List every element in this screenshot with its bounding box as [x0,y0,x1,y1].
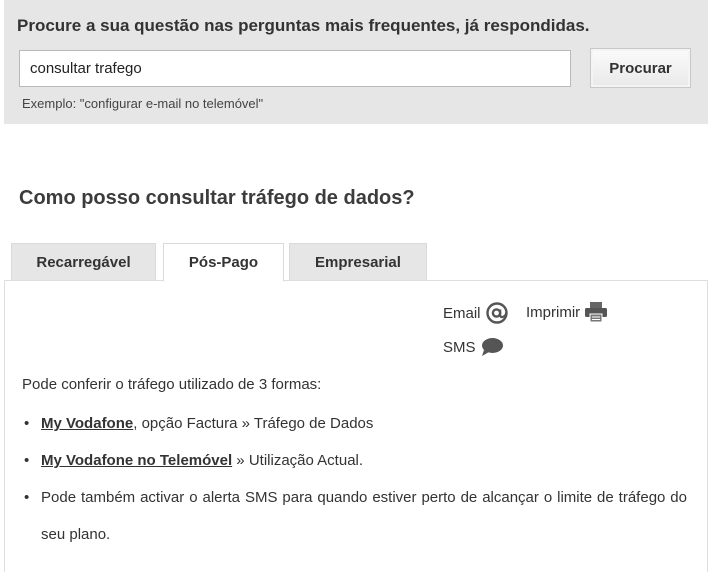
email-label: Email [443,304,481,322]
search-example-hint: Exemplo: "configurar e-mail no telemóvel… [22,96,264,111]
tab-pos-pago[interactable]: Pós-Pago [163,243,284,282]
email-link[interactable]: Email [443,301,509,325]
search-heading: Procure a sua questão nas perguntas mais… [17,16,590,35]
page-title: Como posso consultar tráfego de dados? [19,187,415,209]
tab-recarregavel[interactable]: Recarregável [11,243,156,281]
intro-text: Pode conferir o tráfego utilizado de 3 f… [22,376,322,393]
tab-empresarial[interactable]: Empresarial [289,243,427,281]
my-vodafone-link[interactable]: My Vodafone [41,415,133,432]
list-item-text: Pode também activar o alerta SMS para qu… [41,489,687,543]
list-item-text: , opção Factura » Tráfego de Dados [133,415,374,432]
sms-link[interactable]: SMS [443,337,504,357]
list-item-text: » Utilização Actual. [232,452,364,469]
search-input[interactable] [19,50,571,87]
my-vodafone-mobile-link[interactable]: My Vodafone no Telemóvel [41,452,232,469]
list-item: My Vodafone no Telemóvel » Utilização Ac… [22,442,687,479]
print-link[interactable]: Imprimir [526,301,608,323]
sms-label: SMS [443,338,476,356]
list-item: Pode também activar o alerta SMS para qu… [22,479,687,553]
tab-content-panel: Email Imprimir SMS Pode conferir o tráfe… [4,280,708,572]
ways-list: My Vodafone, opção Factura » Tráfego de … [22,405,687,553]
list-item: My Vodafone, opção Factura » Tráfego de … [22,405,687,442]
faq-search-panel: Procure a sua questão nas perguntas mais… [4,0,708,124]
plan-tabs: Recarregável Pós-Pago Empresarial [11,243,701,282]
print-label: Imprimir [526,303,581,321]
speech-bubble-icon [481,338,503,356]
search-button[interactable]: Procurar [590,48,691,88]
printer-icon [585,302,608,323]
at-icon [485,302,508,324]
